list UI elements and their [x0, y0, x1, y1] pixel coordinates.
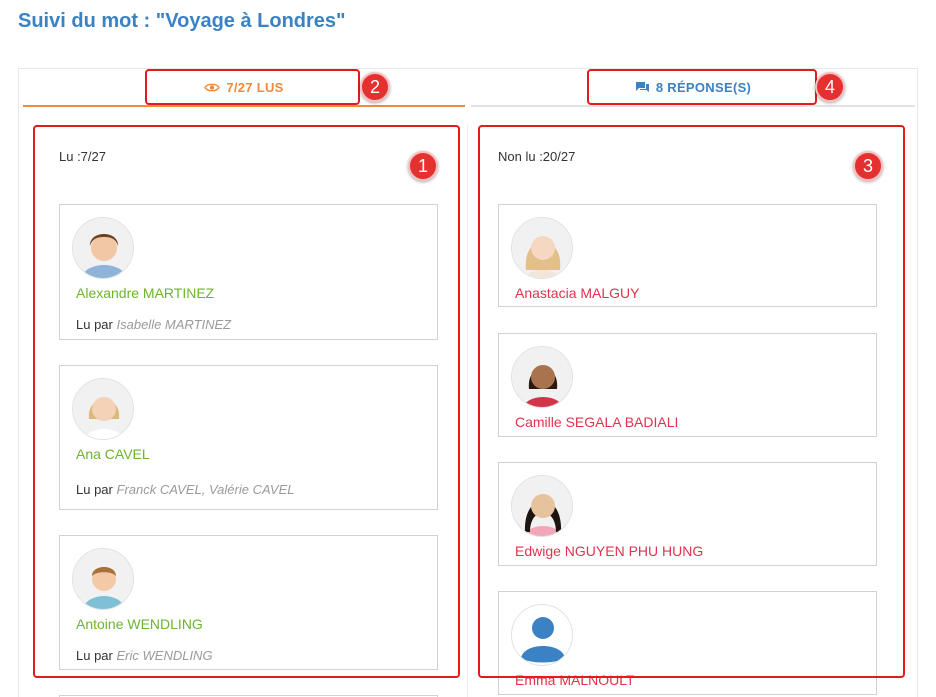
- annotation-box-read-list: [33, 125, 460, 678]
- annotation-marker: 3: [853, 151, 883, 181]
- annotation-box-unread-list: [478, 125, 905, 678]
- page-title: Suivi du mot : "Voyage à Londres": [18, 10, 346, 32]
- annotation-marker: 4: [815, 72, 845, 102]
- column-divider: [467, 125, 468, 697]
- annotation-marker: 2: [360, 72, 390, 102]
- annotation-box-replies-tab: [587, 69, 817, 105]
- annotation-marker: 1: [408, 151, 438, 181]
- annotation-box-read-tab: [145, 69, 360, 105]
